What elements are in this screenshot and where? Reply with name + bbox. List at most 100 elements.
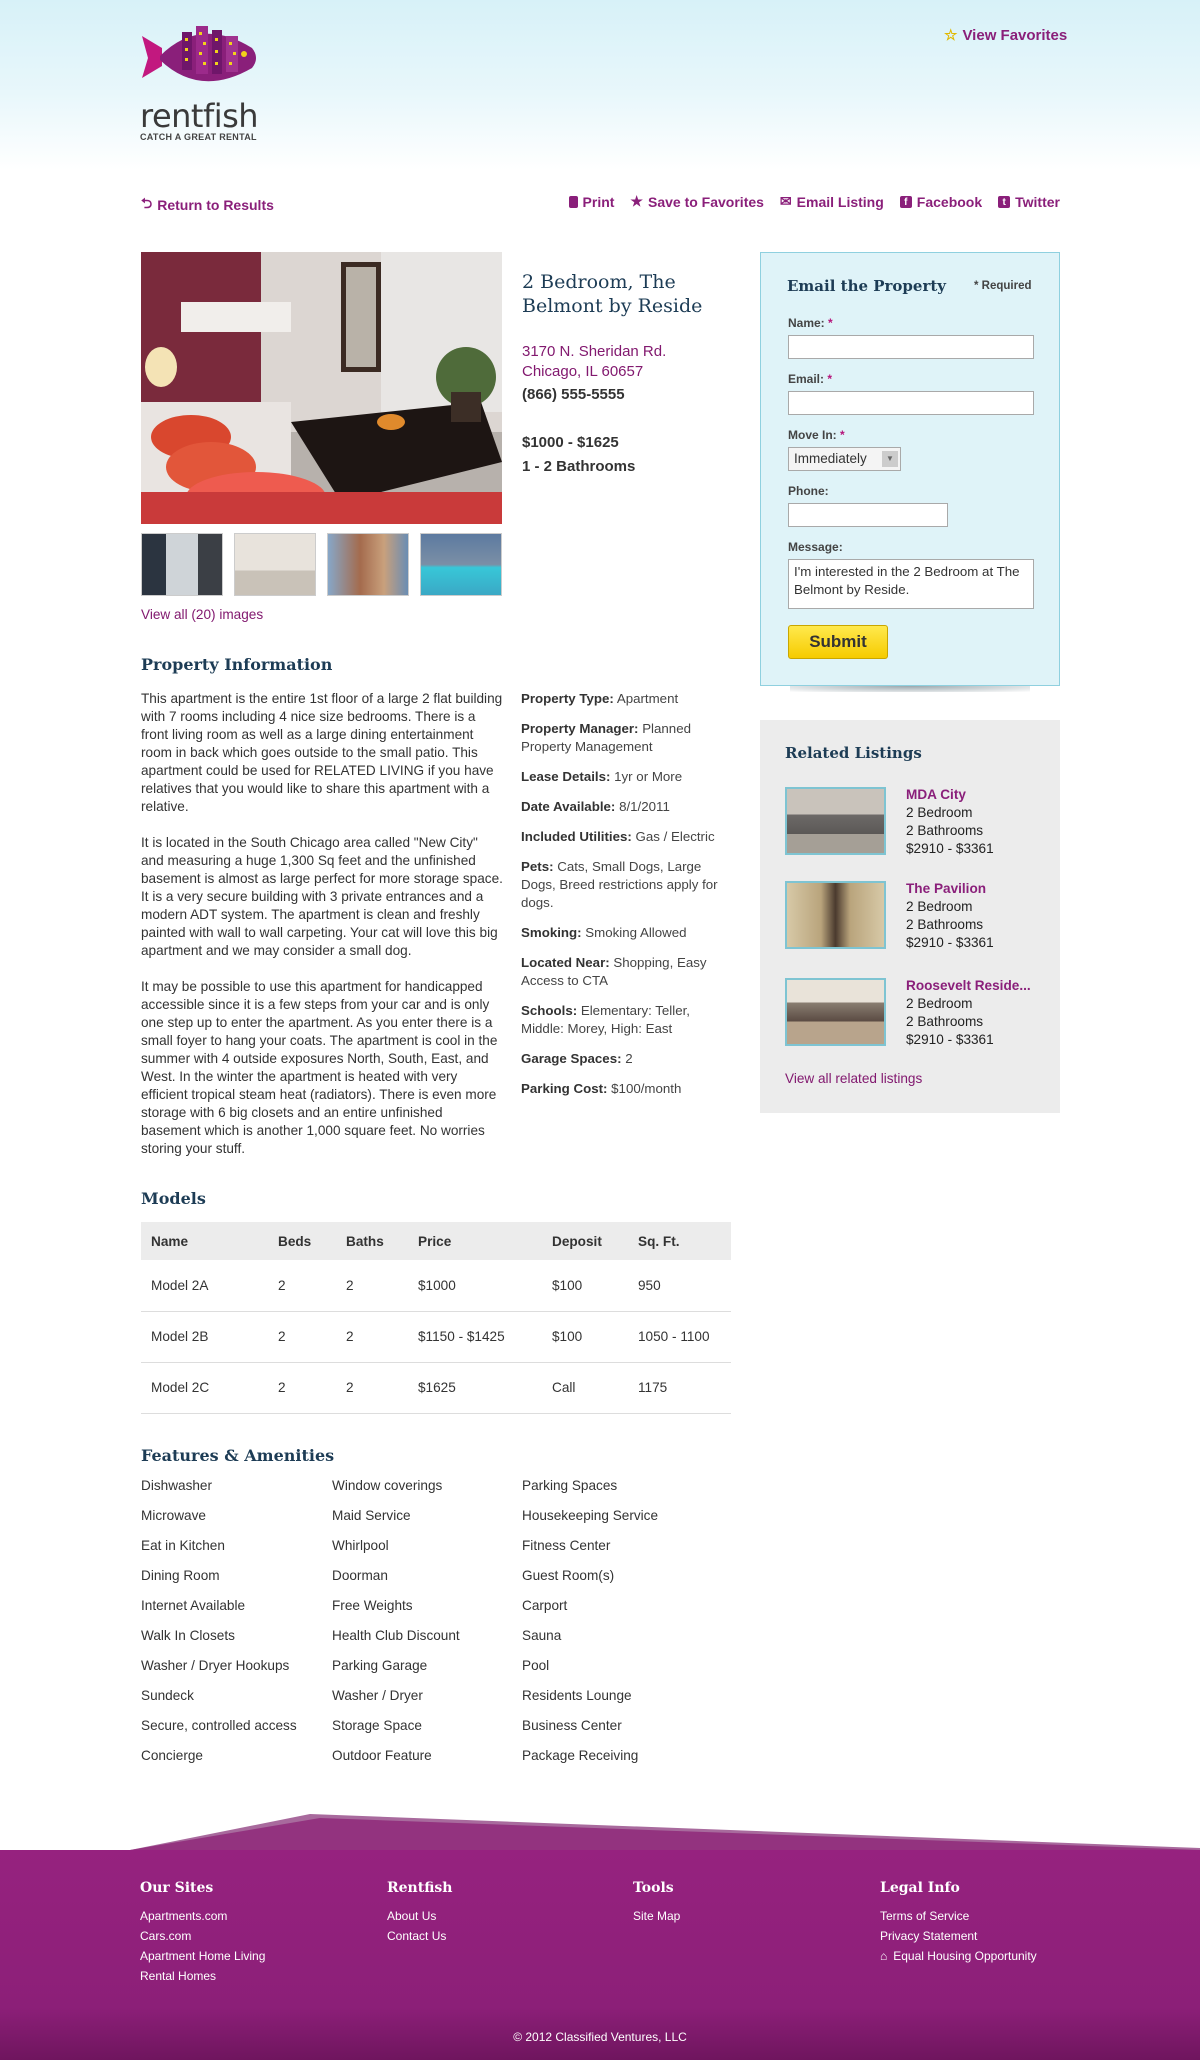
return-to-results-link[interactable]: ⮌ Return to Results	[141, 193, 274, 217]
cell-name: Model 2A	[141, 1260, 268, 1312]
amenity-item: Secure, controlled access	[141, 1718, 297, 1733]
save-to-favorites-link[interactable]: ★ Save to Favorites	[630, 193, 764, 210]
form-shadow	[790, 686, 1030, 692]
address-line2: Chicago, IL 60657	[522, 363, 644, 380]
return-label: Return to Results	[157, 197, 274, 213]
related-item-info: MDA City 2 Bedroom 2 Bathrooms $2910 - $…	[906, 786, 994, 858]
facebook-link[interactable]: f Facebook	[899, 193, 983, 210]
amenity-item: Internet Available	[141, 1598, 246, 1613]
cell-price: $1150 - $1425	[408, 1311, 542, 1363]
bathrooms: 1 - 2 Bathrooms	[522, 458, 636, 475]
address-link[interactable]: 3170 N. Sheridan Rd. Chicago, IL 60657	[522, 342, 666, 382]
view-all-images-link[interactable]: View all (20) images	[141, 607, 263, 622]
models-table: Name Beds Baths Price Deposit Sq. Ft. Mo…	[141, 1222, 731, 1414]
amenity-item: Package Receiving	[522, 1748, 639, 1763]
amenity-item: Dining Room	[141, 1568, 220, 1583]
amenities-col-1: Dishwasher Microwave Eat in Kitchen Dining …	[141, 1471, 321, 1771]
envelope-icon: ✉	[779, 193, 792, 209]
detail-date-available: Date Available: 8/1/2011	[521, 799, 670, 814]
related-name-link[interactable]: The Pavilion	[906, 880, 994, 898]
related-photo[interactable]	[785, 881, 886, 949]
related-baths: 2 Bathrooms	[906, 823, 984, 838]
related-beds: 2 Bedroom	[906, 996, 973, 1011]
col-name: Name	[141, 1222, 268, 1260]
related-baths: 2 Bathrooms	[906, 917, 984, 932]
move-in-value: Immediately	[794, 451, 867, 466]
footer-our-sites: Our Sites Apartments.com Cars.com Apartm…	[140, 1880, 265, 1986]
footer-link[interactable]: Apartments.com	[140, 1906, 265, 1926]
facebook-label: Facebook	[916, 193, 983, 210]
related-heading: Related Listings	[785, 744, 922, 762]
related-price: $2910 - $3361	[906, 1032, 994, 1047]
table-header-row: Name Beds Baths Price Deposit Sq. Ft.	[141, 1222, 731, 1260]
cell-baths: 2	[336, 1311, 408, 1363]
thumbnail[interactable]	[327, 533, 409, 596]
move-in-select[interactable]: Immediately ▼	[788, 447, 901, 471]
related-item[interactable]	[785, 978, 886, 1046]
name-field[interactable]	[788, 335, 1034, 359]
rentfish-logo[interactable]: rentfish CATCH A GREAT RENTAL	[140, 18, 280, 142]
email-field[interactable]	[788, 391, 1034, 415]
submit-button[interactable]: Submit	[788, 625, 888, 659]
footer-link[interactable]: Contact Us	[387, 1926, 452, 1946]
detail-pets: Pets: Cats, Small Dogs, Large Dogs, Bree…	[521, 859, 718, 910]
cell-baths: 2	[336, 1362, 408, 1414]
footer-link[interactable]: About Us	[387, 1906, 452, 1926]
thumbnail[interactable]	[234, 533, 316, 596]
footer-link[interactable]: Cars.com	[140, 1926, 265, 1946]
cell-beds: 2	[268, 1311, 336, 1363]
related-photo[interactable]	[785, 787, 886, 855]
footer-link[interactable]: Privacy Statement	[880, 1926, 1037, 1946]
footer-link[interactable]: Apartment Home Living	[140, 1946, 265, 1966]
amenity-item: Maid Service	[332, 1508, 411, 1523]
related-photo[interactable]	[785, 978, 886, 1046]
amenity-item: Storage Space	[332, 1718, 422, 1733]
footer-link[interactable]: Site Map	[633, 1906, 680, 1926]
thumbnail[interactable]	[420, 533, 502, 596]
detail-utilities: Included Utilities: Gas / Electric	[521, 829, 715, 844]
print-icon	[568, 195, 578, 208]
related-item[interactable]	[785, 881, 886, 949]
view-favorites-link[interactable]: ☆ View Favorites	[944, 26, 1067, 45]
detail-property-manager: Property Manager: Planned Property Manag…	[521, 721, 691, 754]
description-paragraph: It may be possible to use this apartment…	[141, 979, 498, 1156]
related-name-link[interactable]: MDA City	[906, 786, 994, 804]
table-row: Model 2B 2 2 $1150 - $1425 $100 1050 - 1100	[141, 1311, 731, 1363]
amenity-item: Sauna	[522, 1628, 562, 1643]
cell-baths: 2	[336, 1260, 408, 1312]
equal-housing-icon: ⌂	[880, 1949, 888, 1963]
listing-actions: Print ★ Save to Favorites ✉ Email Listin…	[560, 193, 1060, 210]
thumbnail[interactable]	[141, 533, 223, 596]
footer-link[interactable]: Rental Homes	[140, 1966, 265, 1986]
related-name-link[interactable]: Roosevelt Reside...	[906, 977, 1031, 995]
view-all-related-link[interactable]: View all related listings	[785, 1071, 922, 1086]
detail-lease: Lease Details: 1yr or More	[521, 769, 683, 784]
phone-field[interactable]	[788, 503, 948, 527]
col-baths: Baths	[336, 1222, 408, 1260]
amenity-item: Residents Lounge	[522, 1688, 632, 1703]
property-info-heading: Property Information	[141, 655, 333, 674]
fish-logo-icon	[142, 26, 256, 82]
email-listing-link[interactable]: ✉ Email Listing	[780, 193, 884, 210]
related-item[interactable]	[785, 787, 886, 855]
message-field[interactable]: I'm interested in the 2 Bedroom at The B…	[788, 559, 1034, 609]
models-heading: Models	[141, 1189, 206, 1208]
footer-link[interactable]: Terms of Service	[880, 1906, 1037, 1926]
footer-link[interactable]: Equal Housing Opportunity	[893, 1946, 1036, 1966]
amenity-item: Sundeck	[141, 1688, 194, 1703]
table-row: Model 2A 2 2 $1000 $100 950	[141, 1260, 731, 1312]
amenity-item: Fitness Center	[522, 1538, 611, 1553]
main-photo[interactable]	[141, 252, 502, 524]
description-paragraph: It is located in the South Chicago area …	[141, 835, 503, 958]
required-note: * Required	[974, 280, 1032, 292]
twitter-link[interactable]: t Twitter	[998, 193, 1060, 210]
cell-sqft: 1175	[628, 1362, 731, 1414]
related-beds: 2 Bedroom	[906, 805, 973, 820]
twitter-icon: t	[998, 195, 1011, 208]
print-link[interactable]: Print	[568, 193, 614, 210]
cell-price: $1000	[408, 1260, 542, 1312]
amenity-item: Whirlpool	[332, 1538, 389, 1553]
equal-housing-row: ⌂ Equal Housing Opportunity	[880, 1946, 1037, 1966]
amenity-item: Pool	[522, 1658, 550, 1673]
return-arrow-icon: ⮌	[141, 195, 153, 211]
